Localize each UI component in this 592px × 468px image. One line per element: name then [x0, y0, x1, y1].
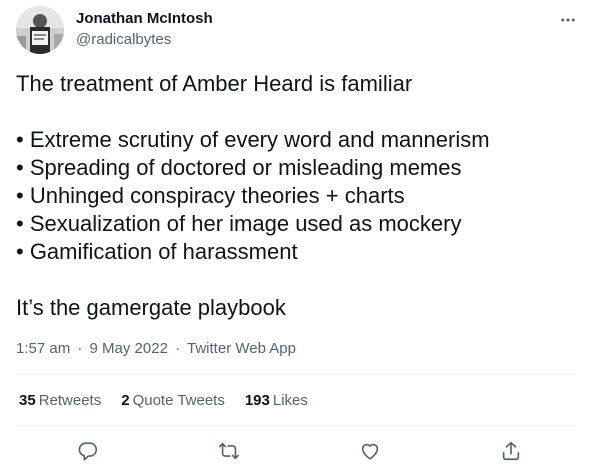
- tweet-bullet: • Spreading of doctored or misleading me…: [16, 155, 462, 180]
- meta-separator: ·: [175, 340, 181, 357]
- tweet-source[interactable]: Twitter Web App: [187, 340, 296, 357]
- quote-tweets-stat[interactable]: 2 Quote Tweets: [121, 391, 225, 411]
- tweet-bullet: • Extreme scrutiny of every word and man…: [16, 127, 490, 152]
- tweet: Jonathan McIntosh @radicalbytes The trea…: [0, 0, 592, 468]
- more-icon[interactable]: [558, 10, 578, 30]
- likes-label: Likes: [272, 392, 308, 409]
- retweet-icon[interactable]: [214, 436, 244, 466]
- tweet-date[interactable]: 9 May 2022: [90, 340, 168, 357]
- author-block: Jonathan McIntosh @radicalbytes: [76, 9, 213, 50]
- tweet-text: The treatment of Amber Heard is familiar…: [16, 70, 576, 322]
- reply-icon[interactable]: [73, 436, 103, 466]
- divider: [16, 374, 576, 375]
- author-handle[interactable]: @radicalbytes: [76, 30, 213, 50]
- likes-count: 193: [244, 392, 270, 409]
- likes-stat[interactable]: 193 Likes: [245, 391, 308, 411]
- tweet-bullet: • Unhinged conspiracy theories + charts: [16, 183, 405, 208]
- avatar[interactable]: [16, 6, 64, 54]
- retweets-stat[interactable]: 35 Retweets: [19, 391, 101, 411]
- quote-tweets-count: 2: [121, 392, 130, 409]
- divider: [16, 425, 576, 426]
- tweet-bullet: • Sexualization of her image used as moc…: [16, 211, 462, 236]
- like-icon[interactable]: [355, 436, 385, 466]
- share-icon[interactable]: [496, 436, 526, 466]
- retweets-count: 35: [19, 392, 36, 409]
- tweet-bullet-list: • Extreme scrutiny of every word and man…: [16, 126, 576, 266]
- tweet-meta: 1:57 am · 9 May 2022 · Twitter Web App: [16, 339, 296, 359]
- action-bar: [0, 436, 592, 466]
- author-name[interactable]: Jonathan McIntosh: [76, 9, 213, 29]
- tweet-intro: The treatment of Amber Heard is familiar: [16, 71, 413, 96]
- tweet-closing: It’s the gamergate playbook: [16, 295, 286, 320]
- quote-tweets-label: Quote Tweets: [132, 392, 225, 409]
- tweet-bullet: • Gamification of harassment: [16, 239, 298, 264]
- avatar-image: [16, 6, 64, 54]
- tweet-time[interactable]: 1:57 am: [16, 340, 70, 357]
- meta-separator: ·: [77, 340, 83, 357]
- tweet-stats: 35 Retweets 2 Quote Tweets 193 Likes: [19, 391, 308, 411]
- retweets-label: Retweets: [38, 392, 102, 409]
